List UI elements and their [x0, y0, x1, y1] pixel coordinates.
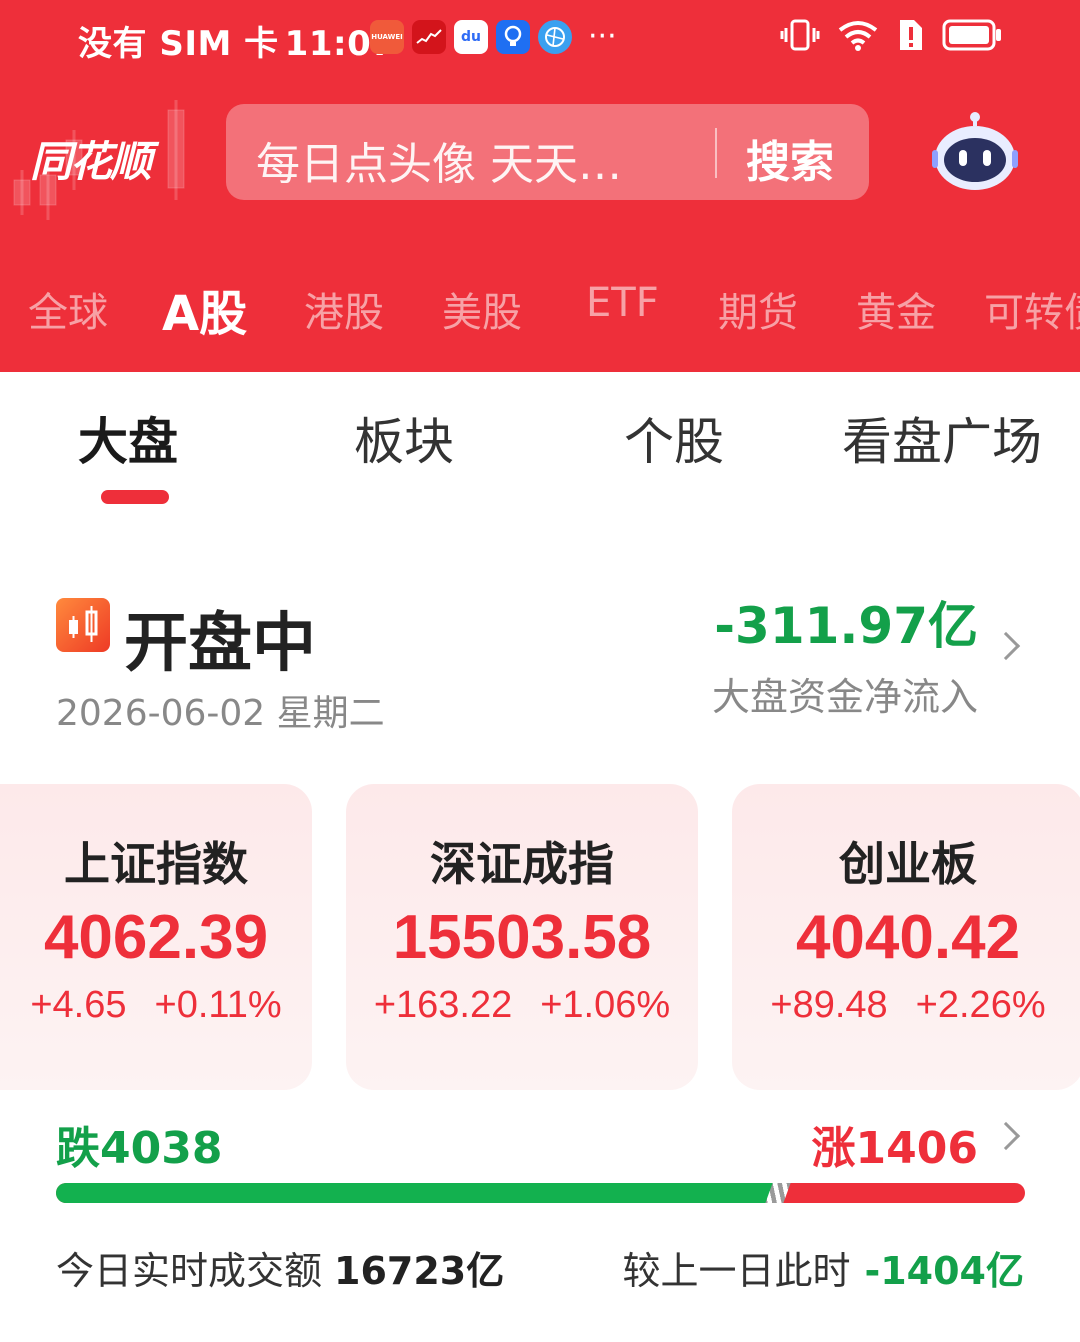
chevron-right-icon[interactable] — [991, 1121, 1021, 1151]
index-change: +4.65 +0.11% — [0, 984, 312, 1027]
turnover-label: 今日实时成交额 — [56, 1249, 323, 1293]
index-change-points: +89.48 — [770, 984, 888, 1026]
candle-icon — [69, 606, 98, 642]
turnover-row: 今日实时成交额 16723亿 — [56, 1240, 504, 1295]
status-bar: 没有 SIM 卡 11:07 HUAWEI du ··· — [0, 0, 1080, 78]
chevron-right-icon[interactable] — [991, 631, 1021, 661]
bulb-app-icon — [496, 20, 530, 54]
rise-fall-ratio-bar — [56, 1183, 1025, 1203]
tab-futures[interactable]: 期货 — [718, 280, 798, 338]
baidu-app-label: du — [461, 29, 481, 45]
huawei-app-icon: HUAWEI — [370, 20, 404, 54]
wifi-icon — [838, 21, 878, 51]
turnover-compare-value: -1404亿 — [864, 1249, 1024, 1293]
net-inflow-label[interactable]: 大盘资金净流入 — [712, 666, 978, 721]
index-change: +89.48 +2.26% — [732, 984, 1080, 1027]
index-value: 4040.42 — [795, 903, 1021, 972]
tab-gold[interactable]: 黄金 — [856, 280, 936, 338]
market-tabs: 全球 A股 港股 美股 ETF 期货 黄金 可转债 — [0, 270, 1080, 342]
vibrate-icon — [780, 19, 820, 51]
tab-market-plaza[interactable]: 看盘广场 — [842, 402, 1042, 474]
fall-ratio-segment — [56, 1183, 775, 1203]
market-date: 2026-06-02 星期二 — [56, 693, 385, 734]
tab-market-overview[interactable]: 大盘 — [78, 402, 178, 474]
tab-a-shares[interactable]: A股 — [162, 274, 247, 344]
market-status-icon — [56, 598, 110, 652]
stock-app-icon — [412, 20, 446, 54]
index-change-percent: +2.26% — [915, 984, 1046, 1026]
index-name: 创业板 — [839, 837, 977, 891]
globe-icon — [545, 27, 565, 47]
index-card-shenzhen[interactable]: 深证成指 15503.58 +163.22 +1.06% — [346, 784, 698, 1090]
notification-icons: HUAWEI du ··· — [370, 20, 617, 54]
turnover-compare-row: 较上一日此时 -1404亿 — [622, 1240, 1024, 1295]
tab-sectors[interactable]: 板块 — [354, 402, 454, 474]
battery-icon — [942, 19, 1001, 51]
index-card-shanghai[interactable]: 上证指数 4062.39 +4.65 +0.11% — [0, 784, 312, 1090]
baidu-app-icon: du — [454, 20, 488, 54]
huawei-app-label: HUAWEI — [371, 33, 403, 41]
falling-count[interactable]: 跌4038 — [56, 1112, 222, 1176]
net-inflow-value[interactable]: -311.97亿 — [714, 586, 978, 658]
tab-us-stocks[interactable]: 美股 — [442, 280, 522, 338]
turnover-value: 16723亿 — [334, 1249, 505, 1293]
index-name: 深证成指 — [430, 837, 614, 891]
index-change-percent: +1.06% — [540, 984, 671, 1026]
assistant-robot-icon[interactable] — [932, 112, 1018, 192]
rising-count[interactable]: 涨1406 — [812, 1112, 978, 1176]
index-change-points: +163.22 — [373, 984, 513, 1026]
bulb-icon — [504, 25, 522, 46]
index-change-points: +4.65 — [30, 984, 127, 1026]
turnover-compare-label: 较上一日此时 — [622, 1249, 851, 1293]
search-bar[interactable]: 每日点头像 天天… 搜索 — [226, 104, 869, 200]
search-button[interactable]: 搜索 — [746, 126, 834, 190]
system-icons — [780, 18, 1002, 52]
app-header: 没有 SIM 卡 11:07 HUAWEI du ··· 同花顺 每日点头像 天… — [0, 0, 1080, 372]
tab-stocks[interactable]: 个股 — [624, 402, 724, 474]
tab-hk-stocks[interactable]: 港股 — [304, 280, 384, 338]
tab-convertible-bonds[interactable]: 可转债 — [984, 280, 1080, 338]
search-divider — [715, 128, 717, 178]
market-status-title: 开盘中 — [124, 607, 316, 681]
search-input[interactable]: 每日点头像 天天… — [256, 128, 622, 192]
index-value: 15503.58 — [392, 903, 652, 972]
carrier-status: 没有 SIM 卡 11:07 — [78, 16, 395, 65]
index-value: 4062.39 — [43, 903, 269, 972]
app-logo: 同花顺 — [30, 137, 152, 186]
sub-tabs: 大盘 板块 个股 看盘广场 — [0, 372, 1080, 512]
stock-chart-icon — [416, 29, 442, 44]
index-change: +163.22 +1.06% — [346, 984, 698, 1027]
alert-sim-icon — [900, 20, 922, 50]
browser-app-icon — [538, 20, 572, 54]
active-tab-indicator — [101, 490, 169, 504]
carrier-text: 没有 SIM 卡 — [78, 24, 279, 64]
tab-global[interactable]: 全球 — [28, 280, 108, 338]
index-change-percent: +0.11% — [154, 984, 282, 1026]
index-name: 上证指数 — [64, 837, 248, 891]
more-notifications-icon: ··· — [588, 19, 617, 54]
index-card-chinext[interactable]: 创业板 4040.42 +89.48 +2.26% — [732, 784, 1080, 1090]
tab-etf[interactable]: ETF — [586, 280, 659, 326]
